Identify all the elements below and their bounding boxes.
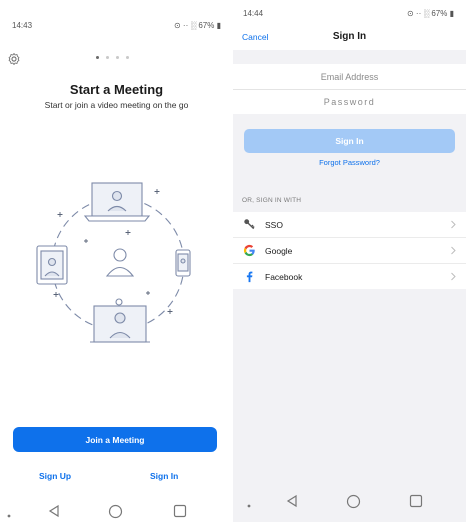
home-icon[interactable] <box>346 494 361 509</box>
start-meeting-screen: 14:43 ⊙ ·· ░ 67% ▮ Start a Meeting Start… <box>0 0 233 522</box>
provider-sso[interactable]: SSO <box>233 212 466 238</box>
status-time: 14:44 <box>243 9 264 18</box>
forgot-password-link[interactable]: Forgot Password? <box>233 158 466 167</box>
page-dot[interactable] <box>116 56 119 59</box>
page-dot[interactable] <box>106 56 109 59</box>
provider-google[interactable]: Google <box>233 238 466 264</box>
recents-dot-icon[interactable] <box>6 513 12 519</box>
gear-icon[interactable] <box>7 52 21 66</box>
home-icon[interactable] <box>108 504 123 519</box>
status-bar: 14:43 ⊙ ·· ░ 67% ▮ <box>0 0 233 30</box>
status-icons: ⊙ ·· ░ 67% ▮ <box>406 9 454 18</box>
key-icon <box>244 219 255 230</box>
page-title: Start a Meeting <box>69 82 164 97</box>
chevron-right-icon <box>451 246 456 255</box>
email-field[interactable] <box>233 64 466 89</box>
sign-in-screen: 14:44 ⊙ ·· ░ 67% ▮ Cancel Sign In Sign I… <box>233 0 466 522</box>
facebook-icon <box>246 271 253 283</box>
credentials-form <box>233 64 466 114</box>
google-icon <box>243 244 255 257</box>
overview-icon[interactable] <box>173 504 187 518</box>
page-dot[interactable] <box>126 56 129 59</box>
sign-in-link[interactable]: Sign In <box>150 471 178 481</box>
provider-label: Google <box>265 246 293 256</box>
chevron-right-icon <box>451 272 456 281</box>
provider-label: Facebook <box>265 272 303 282</box>
status-bar: 14:44 ⊙ ·· ░ 67% ▮ <box>233 0 466 28</box>
sign-in-with-label: OR, SIGN IN WITH <box>242 197 302 204</box>
overview-icon[interactable] <box>409 494 423 508</box>
back-icon[interactable] <box>285 494 299 508</box>
meeting-illustration <box>36 182 191 343</box>
status-time: 14:43 <box>12 21 33 30</box>
page-dot[interactable] <box>96 56 99 59</box>
recents-dot-icon[interactable] <box>246 503 252 509</box>
chevron-right-icon <box>451 220 456 229</box>
join-meeting-button[interactable]: Join a Meeting <box>13 427 217 452</box>
sign-up-link[interactable]: Sign Up <box>39 471 71 481</box>
page-title: Sign In <box>332 31 367 42</box>
provider-list: SSO Google Facebook <box>233 212 466 289</box>
password-field[interactable] <box>233 89 466 114</box>
provider-facebook[interactable]: Facebook <box>233 264 466 289</box>
page-subtitle: Start or join a video meeting on the go <box>44 100 189 110</box>
provider-label: SSO <box>265 220 283 230</box>
status-icons: ⊙ ·· ░ 67% ▮ <box>173 21 221 30</box>
back-icon[interactable] <box>47 504 61 518</box>
sign-in-button[interactable]: Sign In <box>244 129 455 153</box>
android-nav-bar <box>233 484 466 522</box>
android-nav-bar <box>0 484 233 522</box>
page-indicator <box>96 56 129 59</box>
